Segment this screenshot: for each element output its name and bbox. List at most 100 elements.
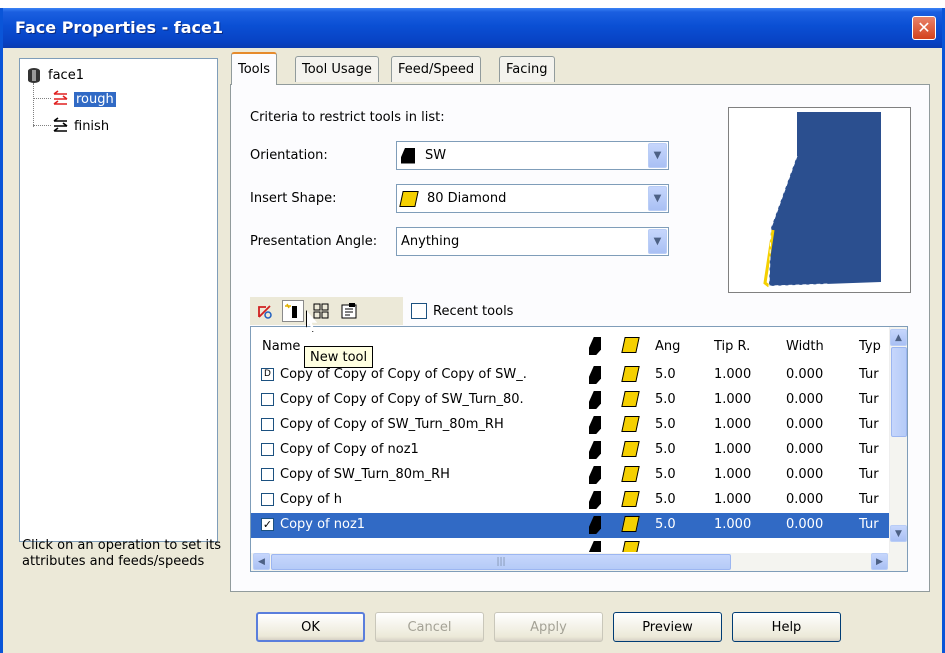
scroll-left-icon[interactable]: ◀ <box>253 553 270 570</box>
column-tip-radius[interactable]: Tip R. <box>714 339 750 354</box>
column-name[interactable]: Name <box>262 339 300 354</box>
recent-tools-check[interactable] <box>411 303 427 319</box>
tool-preview-graphic <box>763 112 881 288</box>
tool-tip-radius: 1.000 <box>714 442 752 457</box>
orientation-column-icon[interactable] <box>589 337 601 355</box>
table-row[interactable]: Copy of Copy of Copy of SW_Turn_80. 5.0 … <box>251 388 891 413</box>
tree-item-rough-label: rough <box>74 91 116 107</box>
tool-width: 0.000 <box>786 442 824 457</box>
tab-facing-label: Facing <box>506 62 548 77</box>
operation-tree[interactable]: face1 rough finish <box>18 57 219 543</box>
new-tool-button[interactable] <box>282 300 304 322</box>
horizontal-scroll-thumb[interactable]: ||| <box>271 554 731 570</box>
tab-tool-usage[interactable]: Tool Usage <box>295 56 379 82</box>
row-checkbox[interactable] <box>261 418 274 431</box>
table-row[interactable]: Copy of h 5.0 1.000 0.000 Tur <box>251 488 891 513</box>
rough-operation-icon <box>53 90 68 105</box>
table-row[interactable]: Copy of Copy of SW_Turn_80m_RH 5.0 1.000… <box>251 413 891 438</box>
tool-tip-radius: 1.000 <box>714 517 752 532</box>
finish-operation-icon <box>53 117 68 132</box>
tool-preview <box>728 107 911 293</box>
column-ang[interactable]: Ang <box>655 339 680 354</box>
chevron-down-icon[interactable]: ▼ <box>648 186 667 211</box>
orientation-select[interactable]: SW ▼ <box>396 141 669 170</box>
tool-tip-radius: 1.000 <box>714 392 752 407</box>
help-button[interactable]: Help <box>732 612 841 642</box>
table-row-selected[interactable]: ✓ Copy of noz1 5.0 1.000 0.000 Tur <box>251 513 891 538</box>
tab-feed-speed-label: Feed/Speed <box>398 62 475 77</box>
scroll-right-icon[interactable]: ▶ <box>871 553 888 570</box>
scroll-up-icon[interactable]: ▲ <box>890 329 907 346</box>
presentation-angle-value: Anything <box>401 234 460 249</box>
insert-cell-icon <box>621 441 640 457</box>
tool-name: Copy of noz1 <box>280 517 366 532</box>
operation-help-text: Click on an operation to set its attribu… <box>22 538 221 569</box>
column-width[interactable]: Width <box>786 339 824 354</box>
orientation-cell-icon <box>589 366 601 384</box>
vertical-scroll-thumb[interactable] <box>891 347 907 437</box>
tab-feed-speed[interactable]: Feed/Speed <box>391 56 482 82</box>
apply-button[interactable]: Apply <box>494 612 603 642</box>
tool-ang: 5.0 <box>655 442 676 457</box>
tool-type: Tur <box>859 442 879 457</box>
recent-tools-checkbox[interactable]: Recent tools <box>411 303 513 319</box>
row-checkbox[interactable]: ✓ <box>261 518 274 531</box>
scroll-down-icon[interactable]: ▼ <box>890 525 907 542</box>
orientation-label: Orientation: <box>250 148 328 163</box>
tool-name: Copy of h <box>280 492 343 507</box>
vertical-scrollbar[interactable]: ▲ ▼ <box>889 327 907 555</box>
table-row[interactable]: Copy of SW_Turn_80m_RH 5.0 1.000 0.000 T… <box>251 463 891 488</box>
table-row-partial[interactable] <box>251 538 891 552</box>
preview-button[interactable]: Preview <box>613 612 722 642</box>
orientation-cell-icon <box>589 441 601 459</box>
presentation-angle-select[interactable]: Anything ▼ <box>396 227 669 256</box>
tool-tip-radius: 1.000 <box>714 492 752 507</box>
tab-facing[interactable]: Facing <box>499 56 555 82</box>
row-checkbox[interactable] <box>261 468 274 481</box>
red-arrow-tool-icon <box>258 305 272 319</box>
insert-cell-icon <box>621 516 640 532</box>
tool-ang: 5.0 <box>655 467 676 482</box>
insert-cell-icon <box>621 466 640 482</box>
cylinder-part-icon <box>28 68 40 83</box>
window-title: Face Properties - face1 <box>15 18 224 37</box>
tool-width: 0.000 <box>786 467 824 482</box>
orientation-value: SW <box>425 148 447 163</box>
insert-shape-value: 80 Diamond <box>427 191 507 206</box>
row-checkbox[interactable] <box>261 493 274 506</box>
horizontal-scrollbar[interactable]: ◀ ||| ▶ <box>251 553 907 571</box>
tab-tools[interactable]: Tools <box>231 52 278 85</box>
insert-shape-label: Insert Shape: <box>250 191 337 206</box>
ok-button[interactable]: OK <box>256 612 365 642</box>
tree-connector <box>33 98 51 99</box>
tab-tools-label: Tools <box>238 62 271 77</box>
sw-orientation-icon <box>401 147 415 164</box>
select-tool-button[interactable] <box>254 300 276 322</box>
tool-width: 0.000 <box>786 417 824 432</box>
row-checkbox[interactable] <box>261 443 274 456</box>
tool-tip-radius: 1.000 <box>714 467 752 482</box>
column-type[interactable]: Typ <box>859 339 881 354</box>
tool-name: Copy of Copy of SW_Turn_80m_RH <box>280 417 504 432</box>
tree-item-finish[interactable]: finish <box>52 117 109 135</box>
row-checkbox[interactable] <box>261 393 274 406</box>
tool-type: Tur <box>859 517 879 532</box>
tool-ang: 5.0 <box>655 492 676 507</box>
tree-item-finish-label: finish <box>74 118 110 134</box>
tree-root-face1[interactable]: face1 <box>26 67 84 83</box>
tool-name: Copy of Copy of Copy of SW_Turn_80. <box>280 392 524 407</box>
tool-type: Tur <box>859 417 879 432</box>
tool-type: Tur <box>859 392 879 407</box>
tool-properties-button[interactable] <box>338 300 360 322</box>
cancel-button[interactable]: Cancel <box>375 612 484 642</box>
chevron-down-icon[interactable]: ▼ <box>648 143 667 168</box>
chevron-down-icon[interactable]: ▼ <box>648 229 667 254</box>
close-button[interactable]: ✕ <box>912 16 936 40</box>
insert-shape-select[interactable]: 80 Diamond ▼ <box>396 184 669 213</box>
tab-tool-usage-label: Tool Usage <box>302 62 372 77</box>
insert-column-icon[interactable] <box>621 337 640 353</box>
title-bar[interactable]: Face Properties - face1 ✕ <box>3 8 942 48</box>
table-row[interactable]: Copy of Copy of noz1 5.0 1.000 0.000 Tur <box>251 438 891 463</box>
row-checkbox[interactable]: D <box>261 368 274 381</box>
tree-item-rough[interactable]: rough <box>52 90 116 108</box>
